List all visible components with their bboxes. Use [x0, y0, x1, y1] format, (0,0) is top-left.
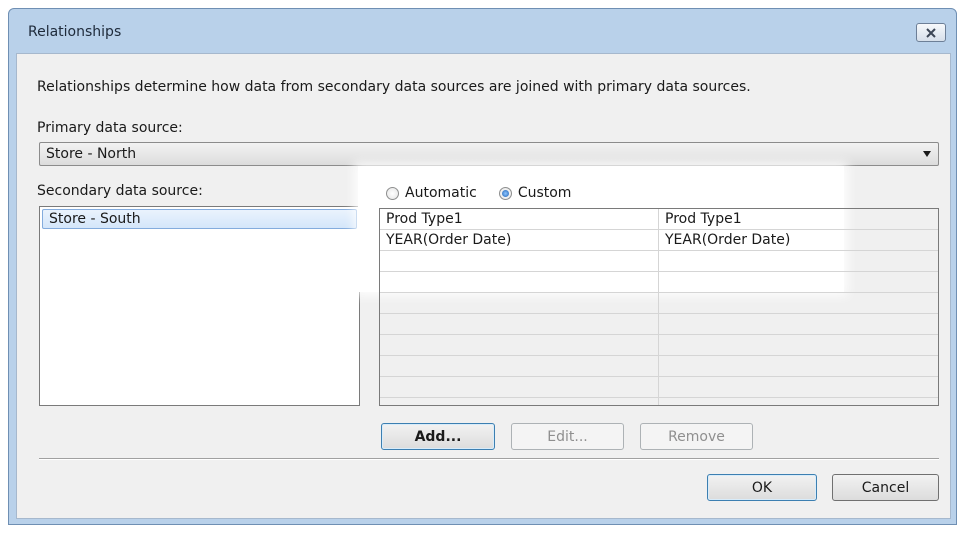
separator-line: [39, 458, 939, 460]
dropdown-arrow-icon: [923, 151, 931, 157]
cancel-button[interactable]: Cancel: [832, 474, 939, 501]
secondary-field-cell: Prod Type1: [665, 211, 742, 227]
relationships-dialog: Relationships Relationships determine ho…: [8, 8, 957, 525]
add-button-label: Add...: [414, 428, 462, 445]
mode-radio-group: Automatic Custom: [386, 185, 571, 201]
table-row[interactable]: [380, 377, 938, 398]
primary-data-source-label: Primary data source:: [37, 120, 183, 136]
close-button[interactable]: [916, 23, 946, 42]
table-row[interactable]: [380, 314, 938, 335]
automatic-radio[interactable]: [386, 186, 399, 200]
close-icon: [926, 27, 936, 38]
table-row[interactable]: Prod Type1 Prod Type1: [380, 209, 938, 230]
table-row[interactable]: YEAR(Order Date) YEAR(Order Date): [380, 230, 938, 251]
table-row[interactable]: [380, 335, 938, 356]
ok-button[interactable]: OK: [707, 474, 817, 501]
description-text: Relationships determine how data from se…: [37, 79, 751, 95]
custom-radio[interactable]: [498, 186, 512, 200]
primary-data-source-value: Store - North: [46, 146, 137, 162]
primary-field-cell: Prod Type1: [386, 211, 463, 227]
cancel-button-label: Cancel: [861, 479, 910, 496]
edit-button-label: Edit...: [547, 428, 588, 445]
secondary-field-cell: YEAR(Order Date): [665, 232, 791, 248]
dialog-body: Relationships determine how data from se…: [16, 53, 951, 519]
primary-field-cell: YEAR(Order Date): [386, 232, 512, 248]
ok-button-label: OK: [751, 479, 773, 496]
secondary-data-source-label: Secondary data source:: [37, 183, 203, 199]
secondary-data-source-list[interactable]: Store - South: [39, 206, 360, 406]
remove-button[interactable]: Remove: [640, 423, 753, 450]
dialog-title: Relationships: [28, 24, 122, 40]
primary-data-source-dropdown[interactable]: Store - North: [39, 142, 939, 166]
table-row[interactable]: [380, 293, 938, 314]
list-item[interactable]: Store - South: [42, 209, 357, 229]
add-button[interactable]: Add...: [381, 423, 495, 450]
table-row[interactable]: [380, 251, 938, 272]
field-mapping-grid[interactable]: Prod Type1 Prod Type1 YEAR(Order Date) Y…: [379, 208, 939, 406]
remove-button-label: Remove: [668, 428, 725, 445]
table-row[interactable]: [380, 356, 938, 377]
table-row[interactable]: [380, 272, 938, 293]
automatic-radio-label[interactable]: Automatic: [405, 185, 477, 201]
edit-button[interactable]: Edit...: [511, 423, 624, 450]
custom-radio-label[interactable]: Custom: [518, 185, 572, 201]
title-bar[interactable]: Relationships: [9, 9, 956, 53]
